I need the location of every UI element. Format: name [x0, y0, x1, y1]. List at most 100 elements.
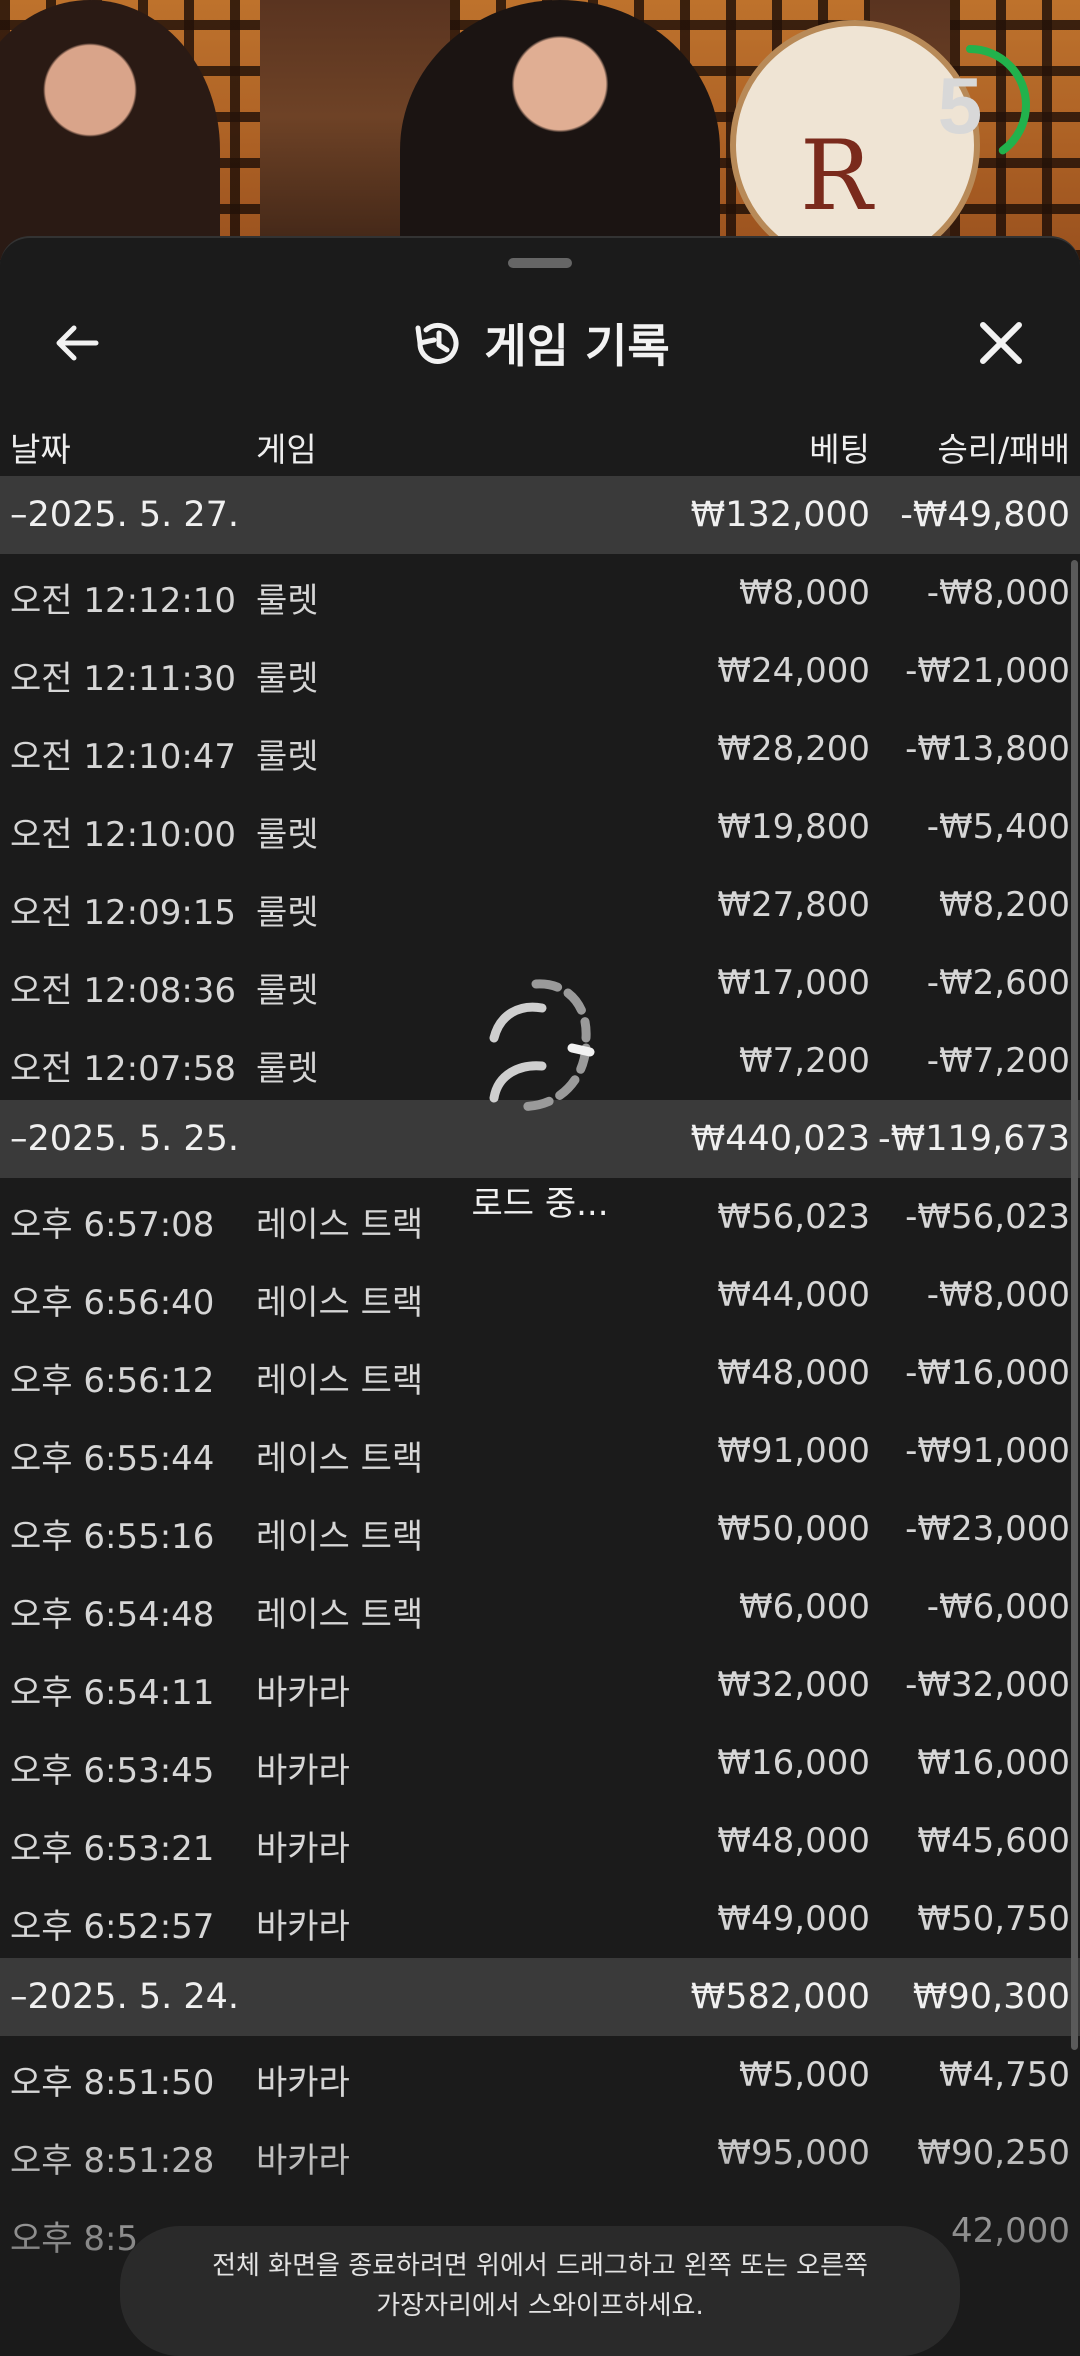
- sheet-drag-handle[interactable]: [508, 258, 572, 268]
- row-game: 레이스 트랙: [256, 1595, 424, 1635]
- table-row[interactable]: 오전 12:10:00 룰렛 ₩19,800 -₩5,400: [0, 788, 1080, 866]
- group-bet-total: ₩582,000: [690, 1977, 870, 2017]
- row-winloss: -₩91,000: [905, 1431, 1070, 1471]
- table-row[interactable]: 오전 12:12:10 룰렛 ₩8,000 -₩8,000: [0, 554, 1080, 632]
- column-header-winloss[interactable]: 승리/패배: [937, 423, 1070, 471]
- game-history-sheet: 게임 기록 날짜 게임 베팅 승리/패배 –2025. 5. 27. ₩132,0…: [0, 236, 1080, 2340]
- history-table-body: –2025. 5. 27. ₩132,000 -₩49,800 오전 12:12:10…: [0, 476, 1080, 2270]
- row-winloss: ₩8,200: [939, 885, 1070, 925]
- row-game: 레이스 트랙: [256, 1361, 424, 1401]
- row-time: 오전 12:10:47: [10, 737, 237, 777]
- column-header-game[interactable]: 게임: [256, 423, 317, 471]
- casino-logo-letter: R: [800, 120, 873, 232]
- row-bet: ₩50,000: [717, 1509, 870, 1549]
- table-row[interactable]: 오후 6:53:21 바카라 ₩48,000 ₩45,600: [0, 1802, 1080, 1880]
- row-game: 룰렛: [256, 1049, 319, 1089]
- row-winloss: -₩13,800: [905, 729, 1070, 769]
- row-winloss: 42,000: [951, 2211, 1070, 2251]
- row-bet: ₩16,000: [717, 1743, 870, 1783]
- row-time: 오후 6:56:40: [10, 1283, 215, 1323]
- group-date: –2025. 5. 25.: [10, 1119, 240, 1159]
- row-bet: ₩28,200: [717, 729, 870, 769]
- row-bet: ₩48,000: [717, 1821, 870, 1861]
- row-bet: ₩32,000: [717, 1665, 870, 1705]
- row-winloss: -₩7,200: [926, 1041, 1070, 1081]
- table-row[interactable]: 오후 6:52:57 바카라 ₩49,000 ₩50,750: [0, 1880, 1080, 1958]
- date-group-row[interactable]: –2025. 5. 24. ₩582,000 ₩90,300: [0, 1958, 1080, 2036]
- row-time: 오전 12:07:58: [10, 1049, 237, 1089]
- countdown-timer-value: 5: [937, 61, 983, 150]
- close-icon[interactable]: [968, 310, 1034, 376]
- group-bet-total: ₩132,000: [690, 495, 870, 535]
- group-winloss-total: -₩49,800: [900, 495, 1070, 535]
- row-bet: ₩8,000: [739, 573, 870, 613]
- row-time: 오후 6:55:16: [10, 1517, 215, 1557]
- row-time: 오후 8:5: [10, 2219, 139, 2259]
- row-time: 오후 6:56:12: [10, 1361, 215, 1401]
- row-game: 룰렛: [256, 737, 319, 777]
- row-game: 레이스 트랙: [256, 1517, 424, 1557]
- row-game: 바카라: [256, 1751, 350, 1791]
- loading-spinner-icon: [489, 979, 595, 1111]
- table-row[interactable]: 오후 6:53:45 바카라 ₩16,000 ₩16,000: [0, 1724, 1080, 1802]
- row-game: 레이스 트랙: [256, 1283, 424, 1323]
- row-game: 바카라: [256, 2141, 350, 2181]
- row-time: 오전 12:12:10: [10, 581, 237, 621]
- row-bet: ₩19,800: [717, 807, 870, 847]
- table-row[interactable]: 오후 6:55:44 레이스 트랙 ₩91,000 -₩91,000: [0, 1412, 1080, 1490]
- toast-line-2: 가장자리에서 스와이프하세요.: [376, 2291, 704, 2321]
- table-row[interactable]: 오전 12:09:15 룰렛 ₩27,800 ₩8,200: [0, 866, 1080, 944]
- row-time: 오전 12:08:36: [10, 971, 237, 1011]
- date-group-row[interactable]: –2025. 5. 27. ₩132,000 -₩49,800: [0, 476, 1080, 554]
- row-bet: ₩17,000: [717, 963, 870, 1003]
- row-game: 룰렛: [256, 581, 319, 621]
- row-winloss: ₩4,750: [939, 2055, 1070, 2095]
- row-time: 오후 6:54:11: [10, 1673, 215, 1713]
- row-bet: ₩48,000: [717, 1353, 870, 1393]
- table-row[interactable]: 오후 6:56:12 레이스 트랙 ₩48,000 -₩16,000: [0, 1334, 1080, 1412]
- row-game: 바카라: [256, 1673, 350, 1713]
- row-game: 룰렛: [256, 893, 319, 933]
- row-winloss: -₩8,000: [926, 1275, 1070, 1315]
- group-date: –2025. 5. 24.: [10, 1977, 240, 2017]
- group-winloss-total: -₩119,673: [878, 1119, 1070, 1159]
- row-time: 오후 6:53:45: [10, 1751, 215, 1791]
- row-bet: ₩91,000: [717, 1431, 870, 1471]
- column-header-date[interactable]: 날짜: [10, 423, 71, 471]
- scrollbar[interactable]: [1071, 560, 1078, 2050]
- row-bet: ₩95,000: [717, 2133, 870, 2173]
- row-winloss: -₩2,600: [926, 963, 1070, 1003]
- table-row[interactable]: 오후 6:55:16 레이스 트랙 ₩50,000 -₩23,000: [0, 1490, 1080, 1568]
- row-winloss: -₩32,000: [905, 1665, 1070, 1705]
- row-time: 오전 12:09:15: [10, 893, 237, 933]
- row-winloss: -₩16,000: [905, 1353, 1070, 1393]
- sheet-header: 게임 기록: [0, 288, 1080, 408]
- table-row[interactable]: 오후 8:51:28 바카라 ₩95,000 ₩90,250: [0, 2114, 1080, 2192]
- row-winloss: -₩5,400: [926, 807, 1070, 847]
- row-bet: ₩49,000: [717, 1899, 870, 1939]
- table-row[interactable]: 오후 6:54:11 바카라 ₩32,000 -₩32,000: [0, 1646, 1080, 1724]
- row-winloss: -₩6,000: [926, 1587, 1070, 1627]
- loading-label: 로드 중...: [471, 1184, 609, 1224]
- row-winloss: ₩50,750: [917, 1899, 1070, 1939]
- row-bet: ₩6,000: [739, 1587, 870, 1627]
- table-row[interactable]: 오후 8:51:50 바카라 ₩5,000 ₩4,750: [0, 2036, 1080, 2114]
- row-game: 바카라: [256, 1829, 350, 1869]
- row-winloss: ₩16,000: [917, 1743, 1070, 1783]
- row-bet: ₩7,200: [739, 1041, 870, 1081]
- row-bet: ₩24,000: [717, 651, 870, 691]
- row-bet: ₩44,000: [717, 1275, 870, 1315]
- row-game: 룰렛: [256, 659, 319, 699]
- column-header-bet[interactable]: 베팅: [809, 423, 870, 471]
- table-row[interactable]: 오전 12:11:30 룰렛 ₩24,000 -₩21,000: [0, 632, 1080, 710]
- row-time: 오전 12:11:30: [10, 659, 237, 699]
- fullscreen-exit-hint-toast: 전체 화면을 종료하려면 위에서 드래그하고 왼쪽 또는 오른쪽 가장자리에서 …: [120, 2226, 960, 2356]
- group-date: –2025. 5. 27.: [10, 495, 240, 535]
- row-time: 오전 12:10:00: [10, 815, 237, 855]
- toast-line-1: 전체 화면을 종료하려면 위에서 드래그하고 왼쪽 또는 오른쪽: [212, 2251, 868, 2281]
- table-row[interactable]: 오후 6:56:40 레이스 트랙 ₩44,000 -₩8,000: [0, 1256, 1080, 1334]
- row-time: 오후 6:55:44: [10, 1439, 215, 1479]
- row-time: 오후 6:52:57: [10, 1907, 215, 1947]
- table-row[interactable]: 오후 6:54:48 레이스 트랙 ₩6,000 -₩6,000: [0, 1568, 1080, 1646]
- table-row[interactable]: 오전 12:10:47 룰렛 ₩28,200 -₩13,800: [0, 710, 1080, 788]
